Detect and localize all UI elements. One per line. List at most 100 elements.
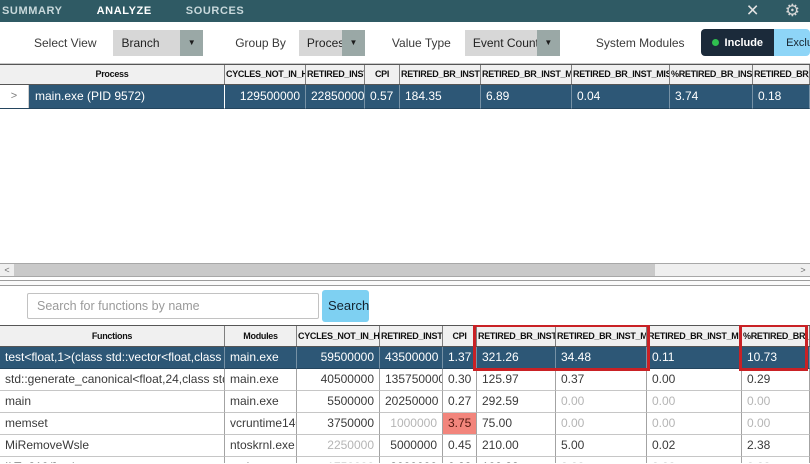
gear-icon[interactable]: ⚙ <box>785 0 800 22</box>
table-cell: 0.37 <box>556 369 647 391</box>
column-header[interactable]: CYCLES_NOT_IN_HALT ▼ <box>225 65 306 84</box>
table-cell: 0.00 <box>742 413 810 435</box>
table-cell: 0.30 <box>443 369 477 391</box>
column-header[interactable]: RETIRED_INST <box>306 65 365 84</box>
search-input[interactable] <box>27 293 319 319</box>
horizontal-scrollbar[interactable]: < > <box>0 263 810 277</box>
table-cell: 0.00 <box>556 457 647 463</box>
search-button[interactable]: Search <box>322 290 369 322</box>
table-header-row: ProcessCYCLES_NOT_IN_HALT ▼RETIRED_INSTC… <box>0 64 810 85</box>
search-bar: Search <box>0 286 810 325</box>
table-cell: 5000000 <box>380 435 443 457</box>
table-cell: main.exe <box>225 369 297 391</box>
close-icon[interactable]: × <box>746 0 758 22</box>
column-header-label: RETIRED_BR_INST (PTI <box>401 69 481 79</box>
scrollbar-thumb[interactable] <box>14 264 655 276</box>
table-cell: 43500000 <box>380 347 443 369</box>
column-header[interactable]: RETIRED_INST <box>380 326 443 346</box>
column-header[interactable]: RETIRED_BR_IN <box>753 65 810 84</box>
filter-bar: Select View Branch ▼ Group By Process ▼ … <box>0 22 810 64</box>
top-nav-bar: SUMMARY ANALYZE SOURCES × ⚙ <box>0 0 810 22</box>
table-cell: 228500000 <box>306 85 365 109</box>
table-cell: >main.exe (PID 9572) <box>0 85 225 109</box>
function-row[interactable]: mainmain.exe5500000202500000.27292.590.0… <box>0 391 810 413</box>
table-cell: 5500000 <box>297 391 380 413</box>
function-row[interactable]: test<float,1>(class std::vector<float,cl… <box>0 347 810 369</box>
table-cell: memset <box>0 413 225 435</box>
column-header[interactable]: RETIRED_BR_INST_MISP_RATI <box>572 65 670 84</box>
column-header[interactable]: %RETIRED_BR_INST_MIS <box>670 65 753 84</box>
table-cell: 0.00 <box>742 391 810 413</box>
group-by-value: Process <box>299 30 342 56</box>
table-cell: 3750000 <box>297 413 380 435</box>
process-table: ProcessCYCLES_NOT_IN_HALT ▼RETIRED_INSTC… <box>0 64 810 109</box>
process-pane: ProcessCYCLES_NOT_IN_HALT ▼RETIRED_INSTC… <box>0 64 810 263</box>
column-header[interactable]: RETIRED_BR_INST_MISP_RAT <box>647 326 742 346</box>
table-cell: main <box>0 391 225 413</box>
process-row[interactable]: >main.exe (PID 9572)1295000002285000000.… <box>0 85 810 109</box>
column-header[interactable]: RETIRED_BR_INST (PTI <box>400 65 481 84</box>
column-header[interactable]: CPI <box>443 326 477 346</box>
table-cell: vcruntime140.d <box>225 413 297 435</box>
table-cell: 321.26 <box>477 347 556 369</box>
column-header[interactable]: Process <box>0 65 225 84</box>
function-row[interactable]: ILT+310([, ...)main.exe175000080000000.2… <box>0 457 810 463</box>
table-cell: 1.37 <box>443 347 477 369</box>
table-cell: 6.89 <box>481 85 572 109</box>
column-header[interactable]: Functions <box>0 326 225 346</box>
expand-chevron-icon[interactable]: > <box>0 85 29 108</box>
table-cell: 2.38 <box>742 435 810 457</box>
table-cell: 125.97 <box>477 369 556 391</box>
group-by-label: Group By <box>235 36 286 50</box>
select-view-dropdown[interactable]: Branch ▼ <box>113 30 203 56</box>
column-header-label: %RETIRED_BR_IN <box>743 331 810 341</box>
tab-analyze[interactable]: ANALYZE <box>80 5 169 17</box>
include-button[interactable]: Include <box>701 29 775 56</box>
value-type-label: Value Type <box>392 36 451 50</box>
table-cell: 0.45 <box>443 435 477 457</box>
column-header[interactable]: CPI <box>365 65 400 84</box>
table-cell: 0.00 <box>556 413 647 435</box>
function-row[interactable]: std::generate_canonical<float,24,class s… <box>0 369 810 391</box>
table-cell: 0.29 <box>742 369 810 391</box>
table-cell: 3.75 <box>443 413 477 435</box>
include-label: Include <box>725 37 764 49</box>
column-header-label: %RETIRED_BR_INST_MIS <box>671 69 753 79</box>
table-cell: ntoskrnl.exe <box>225 435 297 457</box>
value-type-dropdown[interactable]: Event Count ▼ <box>465 30 560 56</box>
table-cell: 184.35 <box>400 85 481 109</box>
table-cell: 0.00 <box>556 391 647 413</box>
column-header-label: CPI <box>452 331 466 341</box>
group-by-dropdown[interactable]: Process ▼ <box>299 30 365 56</box>
table-cell: 0.22 <box>443 457 477 463</box>
scroll-right-icon[interactable]: > <box>796 264 810 276</box>
function-row[interactable]: MiRemoveWslentoskrnl.exe225000050000000.… <box>0 435 810 457</box>
column-header[interactable]: RETIRED_BR_INST (PTI <box>477 326 556 346</box>
column-header-label: RETIRED_BR_INST_MISP_RATI <box>573 69 670 79</box>
column-header[interactable]: RETIRED_BR_INST_MISP (PT <box>481 65 572 84</box>
functions-pane: FunctionsModulesCYCLES_NOT_IN_HALT ▼RETI… <box>0 325 810 463</box>
chevron-down-icon: ▼ <box>180 30 203 56</box>
table-cell: 0.57 <box>365 85 400 109</box>
exclude-button[interactable]: Exclude <box>774 29 810 56</box>
column-header[interactable]: CYCLES_NOT_IN_HALT ▼ <box>297 326 380 346</box>
table-cell: 0.18 <box>753 85 810 109</box>
table-cell: test<float,1>(class std::vector<float,cl… <box>0 347 225 369</box>
table-cell: 292.59 <box>477 391 556 413</box>
column-header-label: RETIRED_BR_IN <box>754 69 810 79</box>
chevron-down-icon: ▼ <box>342 30 365 56</box>
tab-sources[interactable]: SOURCES <box>169 5 262 17</box>
column-header[interactable]: %RETIRED_BR_IN <box>742 326 810 346</box>
column-header[interactable]: Modules <box>225 326 297 346</box>
function-row[interactable]: memsetvcruntime140.d375000010000003.7575… <box>0 413 810 435</box>
tab-summary[interactable]: SUMMARY <box>0 5 80 17</box>
table-cell: 109.38 <box>477 457 556 463</box>
scrollbar-track[interactable] <box>655 264 796 276</box>
column-header[interactable]: RETIRED_BR_INST_MISP (PT <box>556 326 647 346</box>
table-cell: 10.73 <box>742 347 810 369</box>
table-cell: main.exe <box>225 457 297 463</box>
scroll-left-icon[interactable]: < <box>0 264 14 276</box>
value-type-value: Event Count <box>465 30 537 56</box>
table-cell: 20250000 <box>380 391 443 413</box>
system-modules-label: System Modules <box>596 36 685 50</box>
